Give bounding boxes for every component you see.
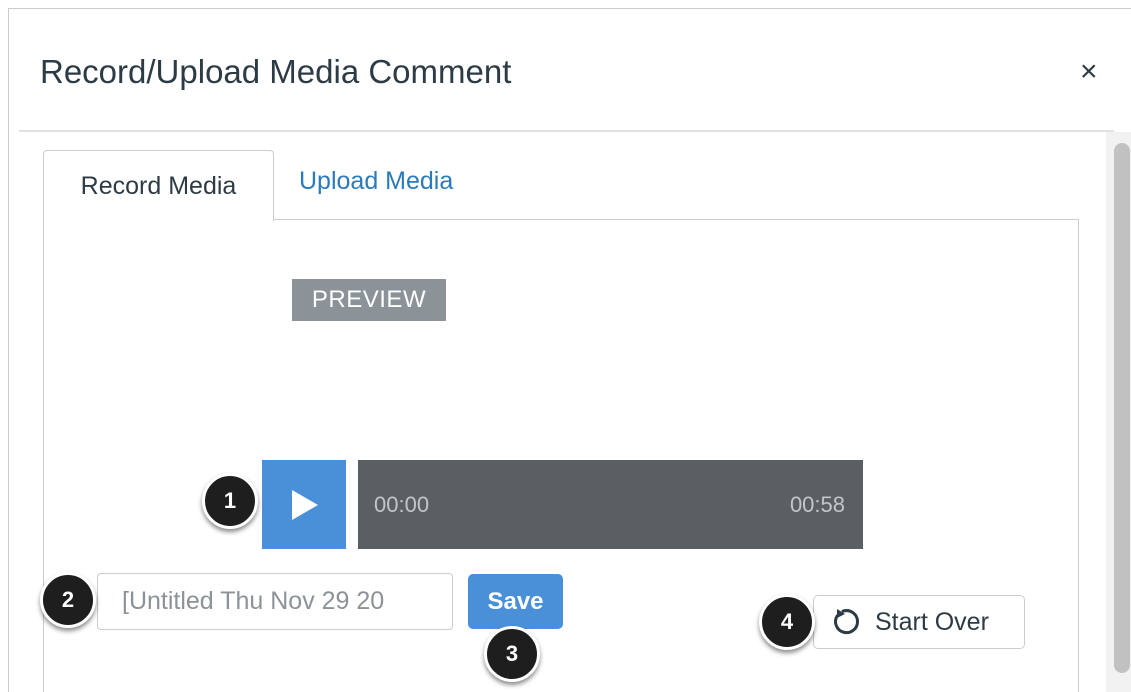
callout-badge-2: 2 [40, 572, 96, 628]
start-over-label: Start Over [875, 607, 989, 636]
current-time: 00:00 [374, 492, 430, 517]
callout-badge-3: 3 [484, 626, 540, 682]
media-comment-dialog: Record/Upload Media Comment × Record Med… [8, 8, 1131, 692]
save-button[interactable]: Save [468, 574, 563, 629]
dialog-title: Record/Upload Media Comment [40, 53, 512, 90]
preview-label: PREVIEW [292, 279, 446, 321]
play-button[interactable] [262, 460, 346, 549]
callout-badge-4: 4 [759, 594, 815, 650]
media-progress-bar[interactable]: 00:00 00:58 [358, 460, 863, 549]
header-divider [19, 130, 1114, 132]
scrollbar-thumb[interactable] [1114, 143, 1130, 673]
media-title-input[interactable] [97, 573, 453, 630]
callout-badge-1: 1 [202, 473, 258, 529]
close-icon[interactable]: × [1080, 57, 1098, 87]
tab-record-media[interactable]: Record Media [43, 150, 274, 221]
start-over-button[interactable]: Start Over [813, 595, 1025, 649]
tab-upload-media[interactable]: Upload Media [299, 167, 453, 207]
duration: 00:58 [789, 492, 845, 517]
play-icon [292, 489, 318, 520]
refresh-icon [834, 609, 860, 635]
